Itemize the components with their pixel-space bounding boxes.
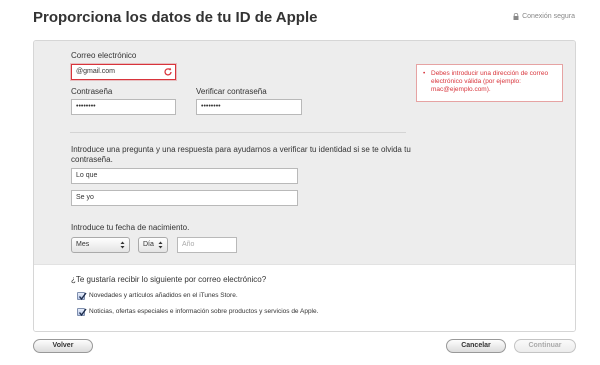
newsletter-prompt: ¿Te gustaría recibir lo siguiente por co… xyxy=(71,275,267,284)
email-field[interactable]: @gmail.com xyxy=(71,64,176,80)
security-answer-field[interactable]: Se yo xyxy=(71,190,298,206)
continue-button[interactable]: Continuar xyxy=(514,339,576,353)
verify-password-label: Verificar contraseña xyxy=(196,87,267,96)
divider xyxy=(70,132,406,133)
lock-icon xyxy=(513,13,519,20)
back-button[interactable]: Volver xyxy=(33,339,93,353)
password-field[interactable]: •••••••• xyxy=(71,99,176,115)
password-label: Contraseña xyxy=(71,87,113,96)
checkmark-icon xyxy=(78,292,87,301)
error-text: Debes introducir una dirección de correo… xyxy=(431,70,549,93)
checkbox-itunes-news-label: Novedades y artículos añadidos en el iTu… xyxy=(89,292,238,299)
newsletter-section: ¿Te gustaría recibir lo siguiente por co… xyxy=(34,264,575,331)
checkbox-itunes-news[interactable] xyxy=(77,292,87,301)
verify-password-field[interactable]: •••••••• xyxy=(196,99,302,115)
account-section: Correo electrónico @gmail.com • Debes in… xyxy=(34,41,575,264)
secure-connection-label: Conexión segura xyxy=(522,13,575,20)
email-label: Correo electrónico xyxy=(71,51,137,60)
checkbox-apple-offers-label: Noticias, ofertas especiales e informaci… xyxy=(89,308,319,315)
security-question-field[interactable]: Lo que xyxy=(71,168,298,184)
security-question-prompt: Introduce una pregunta y una respuesta p… xyxy=(71,145,411,164)
year-placeholder: Año xyxy=(182,241,195,248)
cancel-button[interactable]: Cancelar xyxy=(446,339,506,353)
email-value: @gmail.com xyxy=(76,68,116,75)
secure-connection-indicator: Conexión segura xyxy=(513,13,575,20)
updown-arrows-icon xyxy=(120,241,125,249)
email-error-message: • Debes introducir una dirección de corr… xyxy=(416,64,563,102)
birthdate-prompt: Introduce tu fecha de nacimiento. xyxy=(71,223,190,232)
error-icon xyxy=(163,67,173,77)
year-field[interactable]: Año xyxy=(177,237,237,253)
error-bullet: • xyxy=(423,70,426,77)
page-title: Proporciona los datos de tu ID de Apple xyxy=(33,9,318,26)
form-panel: Correo electrónico @gmail.com • Debes in… xyxy=(33,40,576,332)
day-select[interactable]: Día xyxy=(138,237,168,253)
day-select-value: Día xyxy=(143,241,154,248)
checkmark-icon xyxy=(78,308,87,317)
updown-arrows-icon xyxy=(158,241,163,249)
checkbox-apple-offers[interactable] xyxy=(77,308,87,317)
month-select-value: Mes xyxy=(76,241,90,248)
month-select[interactable]: Mes xyxy=(71,237,130,253)
